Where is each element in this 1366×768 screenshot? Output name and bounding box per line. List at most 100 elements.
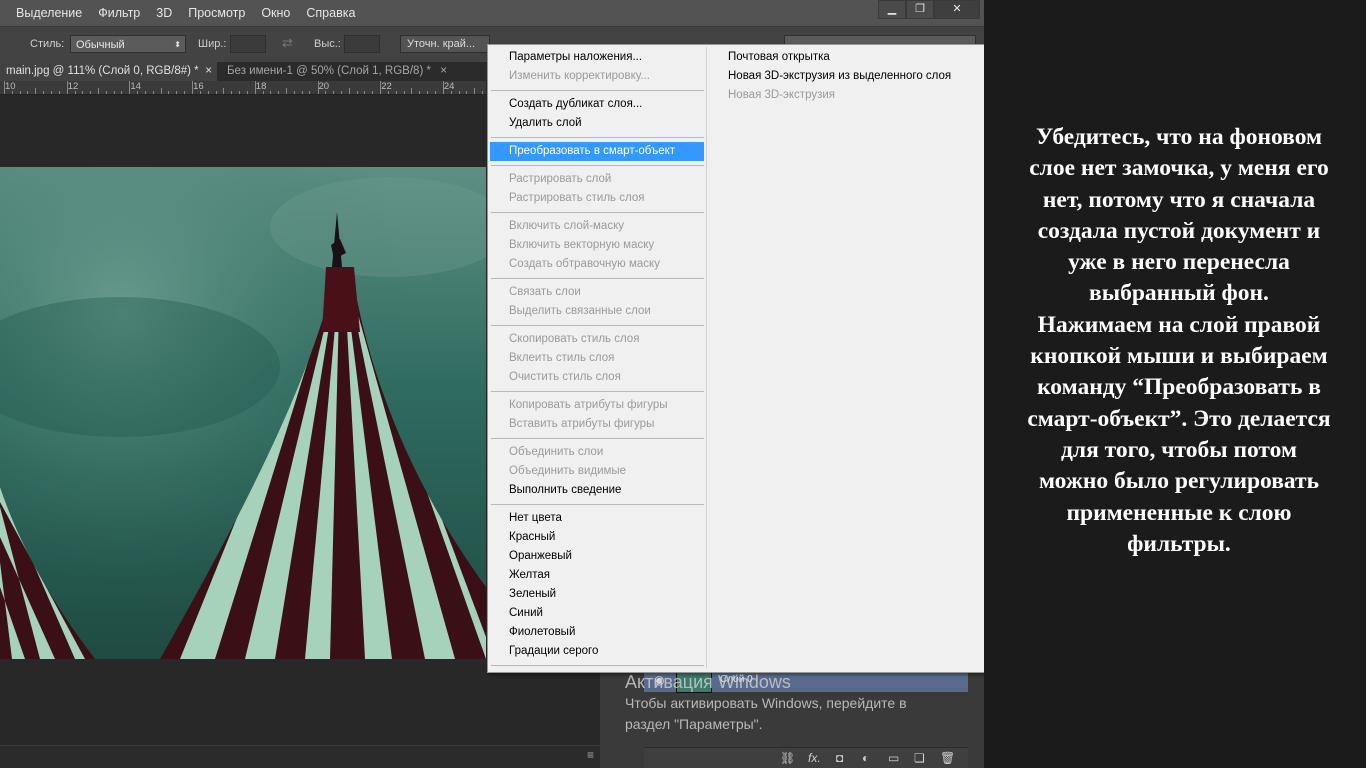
menu-item-5[interactable]: Справка xyxy=(298,0,363,26)
delete-layer-icon[interactable]: 🗑 xyxy=(940,751,955,765)
ruler-tick xyxy=(356,91,358,94)
add-mask-icon[interactable]: ◘ xyxy=(836,751,843,765)
ruler-tick xyxy=(372,91,374,94)
menu-separator xyxy=(491,165,704,166)
menu-item-1[interactable]: Фильтр xyxy=(90,0,148,26)
ruler-label: 12 xyxy=(67,81,79,92)
menu-separator xyxy=(491,137,704,138)
note-line: создала пустой документ и xyxy=(1037,217,1321,244)
menu-item-2[interactable]: 3D xyxy=(148,0,180,26)
context-menu-3d-item: Новая 3D-экструзия xyxy=(728,89,836,101)
note-line: фильтры. xyxy=(1127,530,1231,557)
menu-items: Выделение Фильтр 3D Просмотр Окно Справка xyxy=(8,0,363,26)
fx-icon[interactable]: fx. xyxy=(808,751,821,765)
ruler-tick xyxy=(434,91,436,94)
ruler-tick xyxy=(152,91,154,94)
tab-close-icon[interactable]: × xyxy=(440,62,447,81)
context-menu-item[interactable]: Фиолетовый xyxy=(490,623,704,642)
menu-separator xyxy=(491,391,704,392)
context-menu-item: Объединить слои xyxy=(509,446,604,458)
tent-top xyxy=(322,267,360,332)
context-menu-item[interactable]: Зеленый xyxy=(490,585,704,604)
context-menu-item[interactable]: Градации серого xyxy=(490,642,704,661)
tutorial-note: Убедитесь, что на фоновом слое нет замочк… xyxy=(998,122,1360,560)
photoshop-window: Выделение Фильтр 3D Просмотр Окно Справка ▁ ❐… xyxy=(0,0,984,768)
ruler-tick xyxy=(4,81,5,94)
context-menu-item: Вклеить стиль слоя xyxy=(509,352,615,364)
tab-label: Без имени-1 @ 50% (Слой 1, RGB/8) * xyxy=(227,65,431,77)
context-menu-item[interactable]: Создать дубликат слоя... xyxy=(490,95,704,114)
tab-untitled-1[interactable]: Без имени-1 @ 50% (Слой 1, RGB/8) * × xyxy=(221,62,451,81)
refine-edge-button[interactable]: Уточн. край... xyxy=(400,35,490,53)
ruler-label: 16 xyxy=(193,81,204,92)
status-bar: ≡ xyxy=(0,745,600,768)
close-button[interactable]: ✕ xyxy=(934,0,980,19)
menu-item-0[interactable]: Выделение xyxy=(8,0,90,26)
minimize-button[interactable]: ▁ xyxy=(878,0,906,19)
height-input[interactable] xyxy=(344,35,380,53)
ruler-tick xyxy=(238,91,240,94)
tab-label: main.jpg @ 111% (Слой 0, RGB/8#) * xyxy=(6,65,199,77)
style-label: Стиль: xyxy=(30,38,65,50)
ruler-tick xyxy=(411,88,413,94)
width-input[interactable] xyxy=(230,35,266,53)
ruler-label: 20 xyxy=(318,81,330,92)
context-menu-item[interactable]: Красный xyxy=(490,528,704,547)
ruler-tick xyxy=(317,81,319,94)
menu-item-3[interactable]: Просмотр xyxy=(180,0,253,26)
spinner-icon: ⬍ xyxy=(174,40,181,49)
context-menu-3d-item[interactable]: Новая 3D-экструзия из выделенного слоя xyxy=(709,67,951,86)
restore-button[interactable]: ❐ xyxy=(906,0,934,19)
new-group-icon[interactable]: ▭ xyxy=(888,751,899,765)
tab-main-jpg[interactable]: main.jpg @ 111% (Слой 0, RGB/8#) * × xyxy=(0,62,217,81)
layers-panel: ◉ Слой 0 Активация Windows Чтобы активир… xyxy=(600,670,984,768)
context-menu-item[interactable]: Оранжевый xyxy=(490,547,704,566)
note-line: кнопкой мыши и выбираем xyxy=(1030,343,1328,370)
context-menu-item: Очистить стиль слоя xyxy=(509,371,621,383)
menu-item-4[interactable]: Окно xyxy=(253,0,298,26)
ruler-tick xyxy=(97,88,99,94)
ruler-tick xyxy=(340,91,342,94)
new-layer-icon[interactable]: ❏ xyxy=(914,751,925,765)
horizontal-ruler: 10 12 14 16 18 20 22 24 xyxy=(0,81,486,95)
context-menu-item: Вставить атрибуты фигуры xyxy=(509,418,655,430)
context-menu-item: Связать слои xyxy=(509,286,581,298)
ruler-label: 10 xyxy=(5,81,16,92)
style-select[interactable]: Обычный ⬍ xyxy=(70,35,186,53)
layer-context-menu: Параметры наложения... Изменить корректир… xyxy=(487,44,984,673)
ruler-tick xyxy=(442,81,444,94)
context-menu-item[interactable]: Преобразовать в смарт-объект xyxy=(490,142,704,161)
context-menu-item[interactable]: Нет цвета xyxy=(490,509,704,528)
context-menu-3d-item[interactable]: Почтовая открытка xyxy=(709,48,830,67)
context-menu-item[interactable]: Выполнить сведение xyxy=(490,481,704,500)
ruler-tick xyxy=(231,91,233,94)
context-menu-item[interactable]: Желтая xyxy=(490,566,704,585)
ruler-tick xyxy=(113,91,115,94)
circus-tent-image xyxy=(0,167,486,659)
ruler-tick xyxy=(262,91,264,94)
ruler-tick xyxy=(380,81,382,94)
ruler-tick xyxy=(82,91,84,94)
height-label: Выс.: xyxy=(314,38,341,50)
ruler-tick xyxy=(301,91,303,94)
note-line: Нажимаем на слой правой xyxy=(1037,311,1321,338)
context-menu-item[interactable]: Параметры наложения... xyxy=(490,48,704,67)
adjustment-layer-icon[interactable]: ◐ xyxy=(862,751,869,765)
note-line: примененные к слою xyxy=(1066,499,1292,526)
ruler-tick xyxy=(333,91,335,94)
note-line: команду “Преобразовать в xyxy=(1037,374,1321,401)
context-menu-item[interactable]: Удалить слой xyxy=(490,114,704,133)
menu-icon[interactable]: ≡ xyxy=(587,748,594,762)
ruler-tick xyxy=(207,91,209,94)
context-menu-item[interactable]: Синий xyxy=(490,604,704,623)
tab-close-icon[interactable]: × xyxy=(205,62,212,81)
ruler-tick xyxy=(199,91,201,94)
context-menu-main-column: Параметры наложения... Изменить корректир… xyxy=(488,45,706,672)
swap-icon[interactable]: ⇄ xyxy=(282,35,293,51)
ruler-tick xyxy=(223,88,225,94)
ruler-tick xyxy=(481,91,483,94)
note-line: можно было регулировать xyxy=(1038,468,1320,495)
ruler-tick xyxy=(168,91,170,94)
link-layers-icon[interactable]: ⛓ xyxy=(780,751,795,765)
context-menu-item: Включить слой-маску xyxy=(509,220,624,232)
